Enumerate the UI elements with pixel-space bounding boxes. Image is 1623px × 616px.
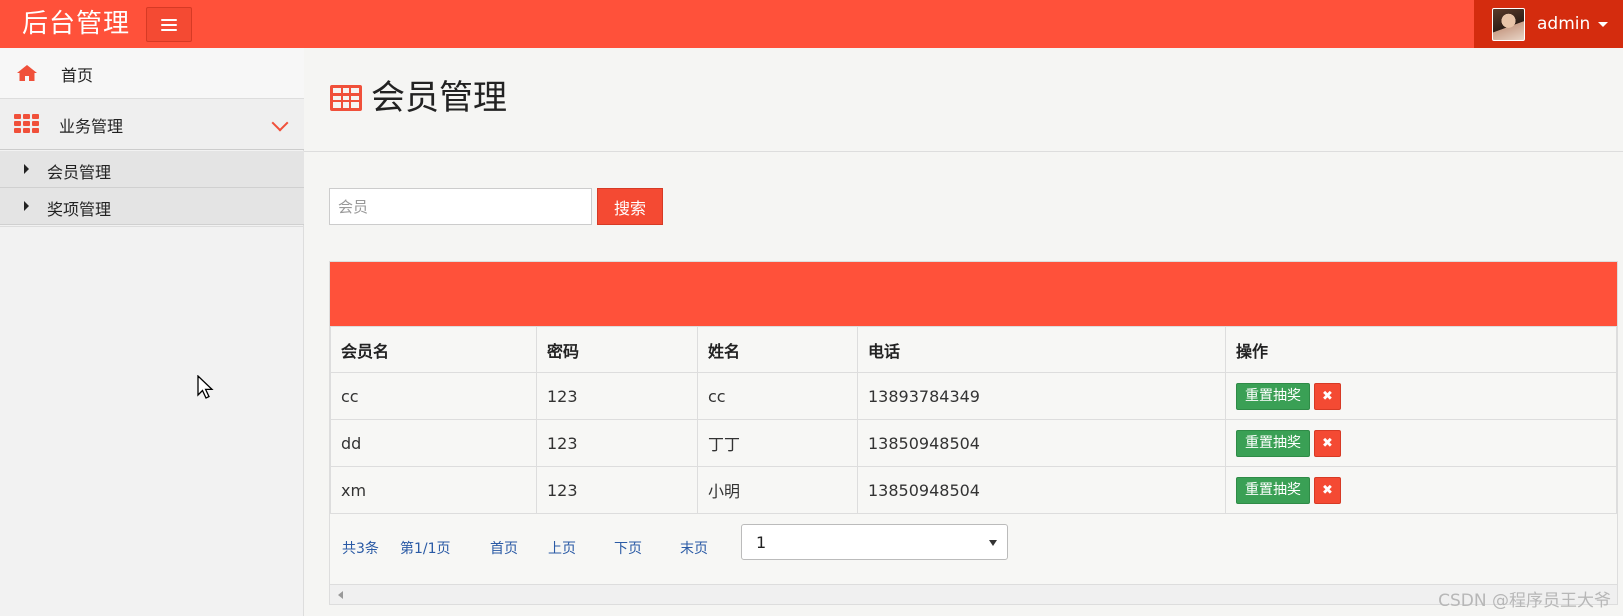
cell-username: xm <box>330 466 537 514</box>
close-icon[interactable]: ✖ <box>1314 476 1341 504</box>
search-input[interactable] <box>329 188 592 225</box>
avatar <box>1492 7 1525 41</box>
sidebar-item-label: 首页 <box>61 66 94 85</box>
caret-right-icon <box>24 164 29 174</box>
cell-username: cc <box>330 372 537 420</box>
grid-icon <box>14 114 40 134</box>
column-header: 姓名 <box>697 326 858 373</box>
sidebar: 首页 业务管理 会员管理 奖项管理 <box>0 48 304 616</box>
column-header: 电话 <box>857 326 1226 373</box>
close-icon[interactable]: ✖ <box>1314 382 1341 410</box>
cell-phone: 13850948504 <box>857 466 1226 514</box>
sidebar-item-label: 业务管理 <box>59 117 124 136</box>
cell-name: 小明 <box>697 466 858 514</box>
top-bar: 后台管理 admin <box>0 0 1623 48</box>
menu-icon <box>161 18 177 31</box>
cell-password: 123 <box>536 372 698 420</box>
page-select[interactable]: 1 <box>741 524 1008 560</box>
scroll-left-icon[interactable] <box>338 591 343 599</box>
cell-name: 丁丁 <box>697 419 858 467</box>
sidebar-item-home[interactable]: 首页 <box>0 48 304 99</box>
cell-phone: 13893784349 <box>857 372 1226 420</box>
sidebar-item-label: 会员管理 <box>47 163 112 182</box>
sidebar-divider <box>0 225 304 227</box>
sidebar-item-members[interactable]: 会员管理 <box>0 151 304 188</box>
reset-lottery-button[interactable]: 重置抽奖 <box>1236 429 1310 457</box>
close-icon[interactable]: ✖ <box>1314 429 1341 457</box>
pager-total: 共3条 <box>342 541 379 557</box>
mouse-cursor-icon <box>197 375 214 399</box>
sidebar-item-prizes[interactable]: 奖项管理 <box>0 188 304 225</box>
reset-lottery-button[interactable]: 重置抽奖 <box>1236 382 1310 410</box>
pager-next-link[interactable]: 下页 <box>614 538 642 558</box>
members-table: 会员名 密码 姓名 电话 操作 cc 123 cc 13893784349 重置… <box>330 326 1617 514</box>
cell-username: dd <box>330 419 537 467</box>
user-menu[interactable]: admin <box>1474 0 1623 48</box>
menu-toggle-button[interactable] <box>146 7 192 42</box>
user-name: admin <box>1537 14 1591 34</box>
pager-last-link[interactable]: 末页 <box>680 538 708 558</box>
cell-actions: 重置抽奖 ✖ <box>1225 372 1617 420</box>
sidebar-item-label: 奖项管理 <box>47 200 112 219</box>
sidebar-item-business[interactable]: 业务管理 <box>0 99 304 150</box>
home-icon <box>17 65 37 81</box>
caret-right-icon <box>24 201 29 211</box>
table-icon <box>330 85 362 111</box>
dropdown-arrow-icon <box>989 540 997 546</box>
column-header: 会员名 <box>330 326 537 373</box>
members-panel: 会员名 密码 姓名 电话 操作 cc 123 cc 13893784349 重置… <box>329 261 1618 605</box>
horizontal-scrollbar[interactable] <box>330 584 1617 604</box>
panel-header <box>330 262 1617 326</box>
search-button[interactable]: 搜索 <box>597 188 663 225</box>
table-row: xm 123 小明 13850948504 重置抽奖 ✖ <box>330 466 1617 514</box>
table-row: cc 123 cc 13893784349 重置抽奖 ✖ <box>330 372 1617 420</box>
pager-first-link[interactable]: 首页 <box>490 538 518 558</box>
pagination: 共3条 第1/1页 首页 上页 下页 末页 1 <box>330 514 1617 578</box>
chevron-down-icon <box>271 114 289 132</box>
cell-actions: 重置抽奖 ✖ <box>1225 466 1617 514</box>
cell-phone: 13850948504 <box>857 419 1226 467</box>
page-header: 会员管理 <box>304 48 1623 152</box>
cell-password: 123 <box>536 419 698 467</box>
table-row: dd 123 丁丁 13850948504 重置抽奖 ✖ <box>330 419 1617 467</box>
brand-title: 后台管理 <box>22 9 131 39</box>
watermark: CSDN @程序员王大爷 <box>1438 591 1611 611</box>
cell-name: cc <box>697 372 858 420</box>
pager-prev-link[interactable]: 上页 <box>548 538 576 558</box>
column-header: 操作 <box>1225 326 1617 373</box>
cell-password: 123 <box>536 466 698 514</box>
pager-page-info: 第1/1页 <box>400 541 451 557</box>
cell-actions: 重置抽奖 ✖ <box>1225 419 1617 467</box>
caret-down-icon <box>1598 21 1609 27</box>
table-header-row: 会员名 密码 姓名 电话 操作 <box>330 326 1617 373</box>
column-header: 密码 <box>536 326 698 373</box>
page-select-value: 1 <box>756 533 767 552</box>
page-title: 会员管理 <box>371 78 507 118</box>
reset-lottery-button[interactable]: 重置抽奖 <box>1236 476 1310 504</box>
